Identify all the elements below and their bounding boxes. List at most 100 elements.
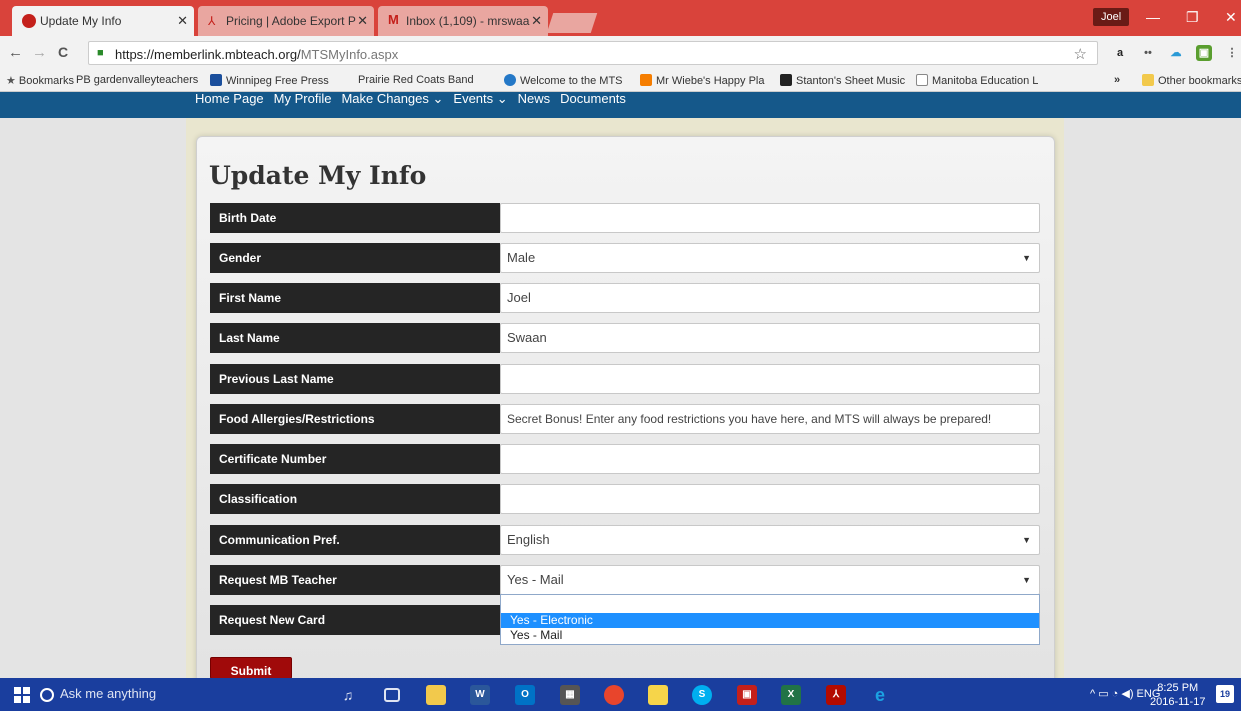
excel-icon[interactable]: X: [781, 685, 801, 705]
nav-documents[interactable]: Documents: [560, 92, 626, 108]
certificate-number-input[interactable]: [500, 444, 1040, 474]
evernote-extension-icon[interactable]: ▣: [1196, 45, 1212, 61]
acrobat-icon[interactable]: ⅄: [826, 685, 846, 705]
reload-icon[interactable]: C: [58, 44, 68, 60]
dropdown-option-yes-mail[interactable]: Yes - Mail: [501, 628, 1039, 643]
field-row-birth-date: Birth Date: [210, 203, 1040, 233]
bookmark-manitoba-education[interactable]: Manitoba Education L: [916, 74, 1046, 87]
field-row-certificate-number: Certificate Number: [210, 444, 1040, 474]
close-icon[interactable]: ✕: [531, 13, 542, 29]
field-row-last-name: Last Name Swaan: [210, 323, 1040, 353]
field-label: Birth Date: [210, 203, 500, 233]
file-explorer-icon[interactable]: [426, 685, 446, 705]
bookmarks-overflow-icon[interactable]: »: [1114, 74, 1120, 86]
s-logo-icon: [780, 74, 792, 86]
dropdown-arrow-icon: ▼: [1022, 575, 1031, 585]
nav-home-page[interactable]: Home Page: [195, 92, 264, 108]
bookmark-stantons[interactable]: Stanton's Sheet Music: [780, 74, 906, 87]
select-value: English: [507, 532, 550, 547]
tray-icons: ^ ▭ ◔ ◀): [1090, 688, 1137, 700]
cloud-extension-icon[interactable]: ☁: [1168, 45, 1184, 61]
menu-icon[interactable]: ⋮: [1224, 45, 1240, 61]
windows-start-icon[interactable]: [14, 687, 30, 703]
forward-icon[interactable]: →: [32, 44, 47, 61]
skype-icon[interactable]: S: [692, 685, 712, 705]
cortana-search-box[interactable]: Ask me anything: [30, 678, 332, 711]
field-row-first-name: First Name Joel: [210, 283, 1040, 313]
field-row-gender: Gender Male ▼: [210, 243, 1040, 273]
previous-last-name-input[interactable]: [500, 364, 1040, 394]
field-row-previous-last-name: Previous Last Name: [210, 364, 1040, 394]
profile-badge[interactable]: Joel: [1093, 8, 1130, 26]
food-allergies-input[interactable]: Secret Bonus! Enter any food restriction…: [500, 404, 1040, 434]
folder-icon: [1142, 74, 1154, 86]
field-row-communication-pref: Communication Pref. English ▼: [210, 525, 1040, 555]
close-window-icon[interactable]: ✕: [1225, 9, 1237, 26]
birth-date-input[interactable]: [500, 203, 1040, 233]
tab-adobe-pricing[interactable]: ⅄ Pricing | Adobe Export PD ✕: [198, 6, 374, 36]
bookmark-prairie-red-coats[interactable]: Prairie Red Coats Band: [358, 74, 490, 86]
tab-gmail-inbox[interactable]: M Inbox (1,109) - mrswaan ✕: [378, 6, 548, 36]
submit-button[interactable]: Submit: [210, 657, 292, 679]
first-name-input[interactable]: Joel: [500, 283, 1040, 313]
omnibox[interactable]: ■ https://memberlink.mbteach.org/MTSMyIn…: [88, 41, 1098, 65]
app-icon[interactable]: ▣: [737, 685, 757, 705]
bookmark-star-icon[interactable]: ☆: [1074, 45, 1087, 63]
gender-select[interactable]: Male ▼: [500, 243, 1040, 273]
nav-events[interactable]: Events ⌄: [453, 92, 507, 108]
close-icon[interactable]: ✕: [177, 13, 188, 29]
page-title: Update My Info: [209, 161, 427, 190]
last-name-input[interactable]: Swaan: [500, 323, 1040, 353]
select-value: Male: [507, 250, 536, 265]
bookmarks-label[interactable]: ★ Bookmarks: [6, 74, 74, 87]
field-label: First Name: [210, 283, 500, 313]
cortana-icon: [40, 688, 54, 702]
bookmark-mr-wiebe[interactable]: Mr Wiebe's Happy Pla: [640, 74, 770, 87]
other-bookmarks[interactable]: Other bookmarks: [1142, 74, 1241, 87]
bookmark-winnipeg-free-press[interactable]: Winnipeg Free Press: [210, 74, 329, 87]
gmail-icon: M: [388, 12, 399, 27]
field-label: Certificate Number: [210, 444, 500, 474]
extension-icon[interactable]: ••: [1140, 45, 1156, 61]
action-center-icon[interactable]: 19: [1216, 685, 1234, 703]
field-label: Communication Pref.: [210, 525, 500, 555]
dropdown-option-yes-electronic[interactable]: Yes - Electronic: [501, 613, 1039, 628]
dropdown-arrow-icon: ▼: [1022, 535, 1031, 545]
bookmark-welcome-mts[interactable]: Welcome to the MTS: [504, 74, 626, 87]
nav-make-changes[interactable]: Make Changes ⌄: [341, 92, 443, 108]
dropdown-arrow-icon: ▼: [1022, 253, 1031, 263]
tab-label: Pricing | Adobe Export PD: [226, 14, 356, 28]
back-icon[interactable]: ←: [8, 44, 23, 61]
windows-taskbar: Ask me anything ♫ W O ▦ S ▣ X ⅄ e ^ ▭ ◔ …: [0, 678, 1241, 711]
request-mb-teacher-select[interactable]: Yes - Mail ▼: [500, 565, 1040, 595]
nav-news[interactable]: News: [518, 92, 551, 108]
field-row-request-mb-teacher: Request MB Teacher Yes - Mail ▼: [210, 565, 1040, 595]
calculator-icon[interactable]: ▦: [560, 685, 580, 705]
word-icon[interactable]: W: [470, 685, 490, 705]
request-mb-teacher-dropdown-list: Yes - Electronic Yes - Mail: [500, 594, 1040, 645]
field-label: Classification: [210, 484, 500, 514]
amazon-extension-icon[interactable]: a: [1112, 45, 1128, 61]
cortana-placeholder: Ask me anything: [60, 686, 157, 701]
sticky-notes-icon[interactable]: [648, 685, 668, 705]
bookmarks-bar: ★ Bookmarks PB gardenvalleyteachers Winn…: [0, 70, 1241, 92]
new-tab-button[interactable]: [546, 13, 598, 33]
tab-update-my-info[interactable]: Update My Info ✕: [12, 6, 194, 36]
bookmark-gardenvalley[interactable]: PB gardenvalleyteachers: [76, 74, 198, 86]
task-view-icon[interactable]: [384, 688, 400, 702]
nav-my-profile[interactable]: My Profile: [274, 92, 332, 108]
browser-tab-strip: Update My Info ✕ ⅄ Pricing | Adobe Expor…: [0, 0, 1241, 36]
maximize-icon[interactable]: ❐: [1186, 9, 1199, 26]
clock[interactable]: 8:25 PM 2016-11-17: [1150, 681, 1205, 709]
close-icon[interactable]: ✕: [357, 13, 368, 29]
outlook-icon[interactable]: O: [515, 685, 535, 705]
minimize-icon[interactable]: —: [1146, 9, 1160, 25]
clock-date: 2016-11-17: [1150, 696, 1206, 708]
chrome-icon[interactable]: [604, 685, 624, 705]
dropdown-option-blank[interactable]: [501, 597, 1039, 612]
microphone-icon[interactable]: ♫: [338, 685, 358, 705]
classification-input[interactable]: [500, 484, 1040, 514]
edge-icon[interactable]: e: [870, 685, 890, 705]
field-label: Food Allergies/Restrictions: [210, 404, 500, 434]
communication-pref-select[interactable]: English ▼: [500, 525, 1040, 555]
